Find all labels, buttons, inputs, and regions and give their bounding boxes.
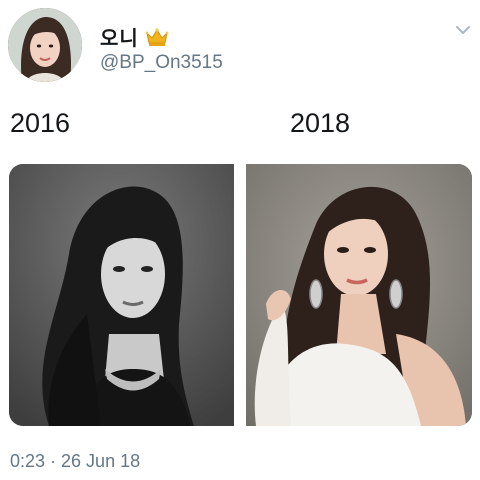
caption-year-2016: 2016 (10, 108, 71, 138)
avatar[interactable] (8, 8, 82, 82)
author-name-row: 오니 (100, 22, 169, 51)
portrait-bw-image (9, 164, 234, 426)
user-handle[interactable]: @BP_On3515 (100, 52, 223, 74)
portrait-color-image (246, 164, 472, 426)
tweet-timestamp[interactable]: 0:23 · 26 Jun 18 (10, 451, 140, 472)
chevron-down-icon[interactable] (455, 22, 471, 38)
photo-2016[interactable] (9, 164, 234, 426)
caption-year-2018: 2018 (290, 108, 351, 138)
photo-2018[interactable] (246, 164, 472, 426)
avatar-image (8, 8, 82, 82)
display-name[interactable]: 오니 (100, 22, 139, 51)
crown-icon (145, 27, 169, 46)
tweet: 오니 @BP_On3515 2016 2018 0:23 · 26 Jun 18 (0, 0, 480, 480)
